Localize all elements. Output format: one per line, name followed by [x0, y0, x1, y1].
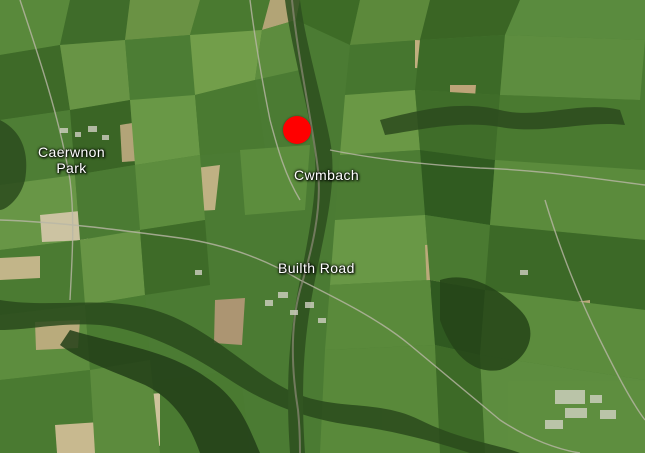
place-label-cwmbach: Cwmbach	[294, 167, 360, 183]
place-label-caerwnon-line1: Caerwnon	[38, 144, 106, 160]
place-label-caerwnon-line2: Park	[56, 160, 87, 176]
satellite-imagery	[0, 0, 645, 453]
place-label-builth-road: Builth Road	[278, 260, 355, 276]
location-marker[interactable]	[283, 116, 311, 144]
satellite-map[interactable]: Caerwnon Park Cwmbach Builth Road	[0, 0, 645, 453]
place-label-caerwnon-park: Caerwnon Park	[38, 144, 105, 176]
